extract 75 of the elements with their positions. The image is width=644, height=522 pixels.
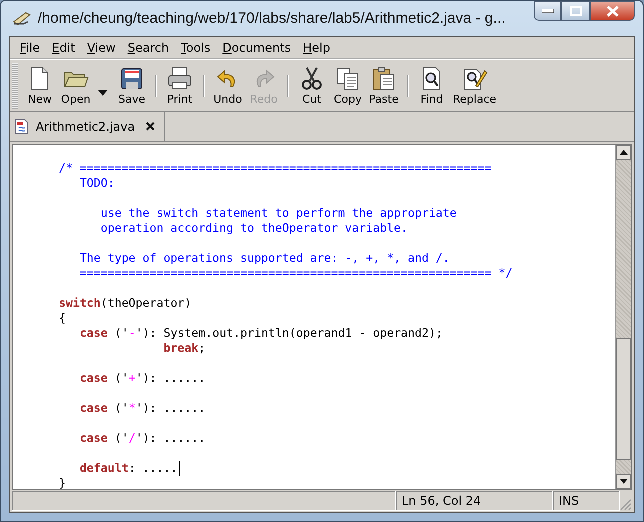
code-keyword: case: [78, 326, 108, 341]
code-comment: operation according to theOperator variable.: [100, 221, 408, 236]
code-comment: The type of operations supported are: -, +, *, and /.: [78, 251, 450, 266]
menu-item[interactable]: File: [14, 40, 46, 54]
code-text: (': [114, 401, 129, 416]
char-literal: +: [128, 371, 136, 386]
resize-grip-icon[interactable]: [620, 499, 632, 511]
code-keyword: case: [78, 401, 108, 416]
toolbar-button[interactable]: Open: [58, 62, 94, 110]
save-icon: [119, 66, 145, 92]
code-text: (': [114, 326, 129, 341]
down-arrow-icon: [620, 479, 628, 484]
menu-item[interactable]: Search: [122, 40, 176, 54]
toolbar-button[interactable]: New: [22, 62, 58, 110]
code-text: '): System.out.println(operand1 - operand2);: [136, 326, 443, 341]
printer-icon: [167, 66, 193, 92]
code-text: (theOperator): [100, 296, 192, 311]
minimize-icon: [542, 9, 554, 13]
menu-item[interactable]: Tools: [175, 40, 217, 54]
code-text: : .....: [128, 461, 178, 476]
code-text: ;: [198, 341, 206, 356]
char-literal: /: [128, 431, 136, 446]
code-comment: /* ===========================================================: [59, 161, 492, 176]
menu-item[interactable]: Help: [297, 40, 336, 54]
toolbar-button[interactable]: Undo: [210, 62, 246, 110]
maximize-icon: [570, 6, 582, 16]
menu-item[interactable]: View: [81, 40, 122, 54]
char-literal: -: [128, 326, 136, 341]
code-comment: TODO:: [78, 176, 115, 191]
code-text: '): ......: [136, 371, 206, 386]
code-keyword: switch: [59, 296, 101, 311]
cursor-position: Ln 56, Col 24: [396, 491, 553, 511]
java-file-icon: [15, 118, 29, 134]
scroll-down-button[interactable]: [616, 474, 631, 489]
toolbar-button[interactable]: Save: [114, 62, 150, 110]
code-text: (': [114, 371, 129, 386]
close-button[interactable]: [590, 1, 635, 21]
scroll-up-button[interactable]: [616, 145, 631, 160]
code-text: }: [59, 476, 66, 489]
up-arrow-icon: [620, 150, 628, 155]
insert-mode: INS: [553, 491, 620, 511]
copy-icon: [335, 66, 361, 92]
window-title: /home/cheung/teaching/web/170/labs/share/lab5/Arithmetic2.java - g...: [38, 10, 506, 27]
toolbar-button[interactable]: Print: [162, 62, 198, 110]
code-comment: use the switch statement to perform the appropriate: [100, 206, 457, 221]
toolbar-button[interactable]: Find: [414, 62, 450, 110]
code-text: {: [59, 311, 66, 326]
tab-label: Arithmetic2.java: [36, 120, 136, 134]
paste-icon: [371, 66, 397, 92]
char-literal: *: [128, 401, 136, 416]
scroll-thumb[interactable]: [616, 338, 631, 460]
code-keyword: case: [78, 371, 108, 386]
scissors-icon: [299, 66, 325, 92]
code-keyword: case: [78, 431, 108, 446]
close-tab-icon[interactable]: [146, 122, 156, 131]
code-comment: =========================================================== */: [78, 266, 513, 281]
menu-item[interactable]: Documents: [216, 40, 298, 54]
code-text: (': [114, 431, 129, 446]
scrollbar[interactable]: [615, 145, 631, 489]
toolbar-button[interactable]: Cut: [294, 62, 330, 110]
app-icon: [12, 10, 32, 28]
maximize-button[interactable]: [561, 1, 590, 21]
toolbar-button[interactable]: Copy: [330, 62, 366, 110]
toolbar-button[interactable]: Replace: [450, 62, 500, 110]
code-keyword: break: [162, 341, 199, 356]
toolbar-button[interactable]: Paste: [366, 62, 402, 110]
code-text: '): ......: [136, 401, 206, 416]
close-icon: [606, 6, 618, 16]
toolbar-grip[interactable]: [12, 62, 18, 108]
menu-item[interactable]: Edit: [46, 40, 82, 54]
code-text: '): ......: [136, 431, 206, 446]
code-keyword: default: [78, 461, 129, 476]
minimize-button[interactable]: [534, 1, 561, 21]
caret-icon: [98, 90, 108, 96]
code-editor[interactable]: [13, 145, 615, 489]
